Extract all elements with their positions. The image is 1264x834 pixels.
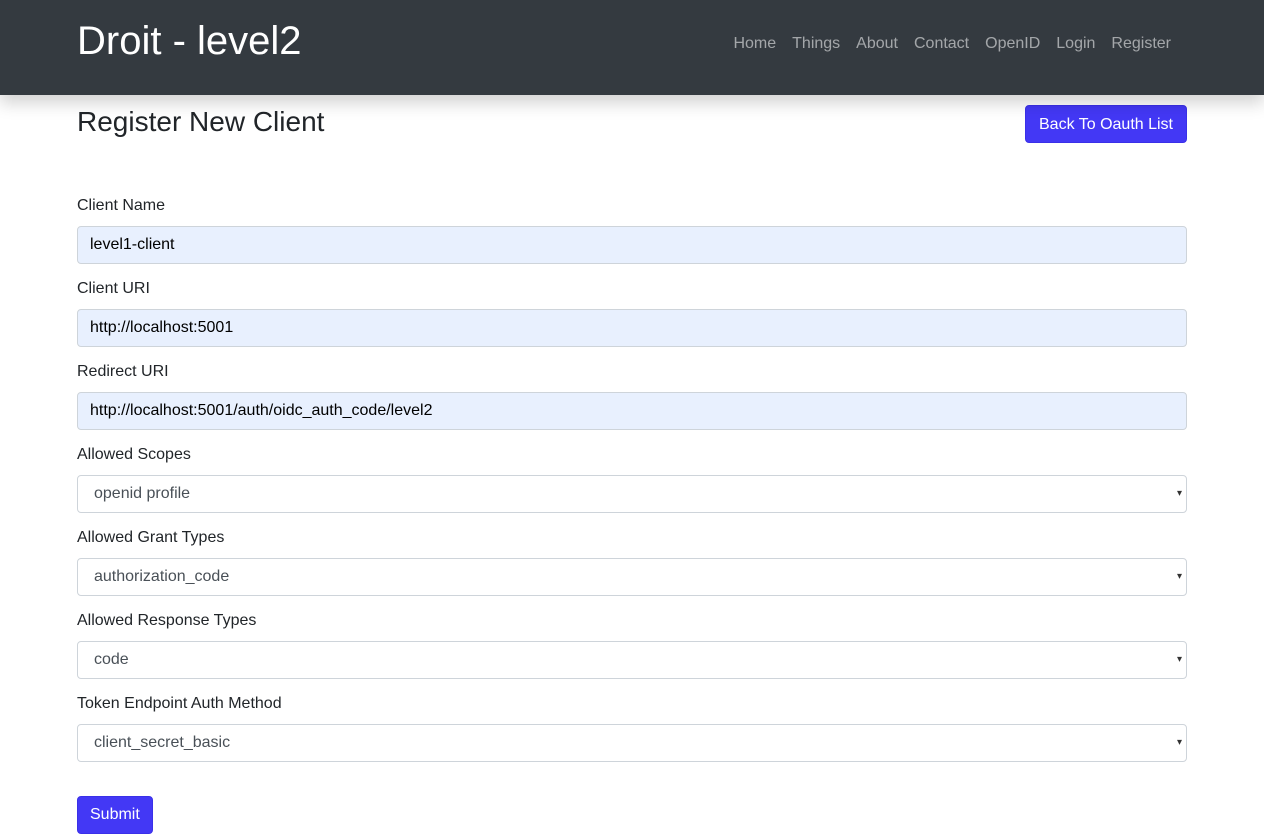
allowed-grant-types-value: authorization_code (94, 568, 230, 585)
token-endpoint-auth-method-group: Token Endpoint Auth Method client_secret… (77, 694, 1187, 762)
chevron-down-icon: ▾ (1176, 654, 1182, 665)
allowed-grant-types-group: Allowed Grant Types authorization_code ▾ (77, 528, 1187, 596)
allowed-grant-types-select[interactable]: authorization_code ▾ (77, 558, 1187, 596)
allowed-response-types-select[interactable]: code ▾ (77, 641, 1187, 679)
brand-logo[interactable]: Droit - level2 (77, 17, 302, 65)
client-uri-group: Client URI (77, 279, 1187, 347)
nav-link-about[interactable]: About (848, 33, 906, 55)
chevron-down-icon: ▾ (1176, 571, 1182, 582)
chevron-down-icon: ▾ (1176, 737, 1182, 748)
client-name-input[interactable] (77, 226, 1187, 264)
navbar: Droit - level2 Home Things About Contact… (0, 0, 1264, 95)
allowed-scopes-select[interactable]: openid profile ▾ (77, 475, 1187, 513)
client-uri-label: Client URI (77, 280, 150, 297)
nav-link-register[interactable]: Register (1103, 33, 1179, 55)
client-name-label: Client Name (77, 197, 166, 214)
register-client-form: Client Name Client URI Redirect URI Allo… (77, 196, 1187, 777)
token-endpoint-auth-method-select[interactable]: client_secret_basic ▾ (77, 724, 1187, 762)
submit-button[interactable]: Submit (77, 796, 153, 834)
allowed-response-types-label: Allowed Response Types (77, 612, 257, 629)
nav-link-things[interactable]: Things (784, 33, 848, 55)
nav-link-openid[interactable]: OpenID (977, 33, 1048, 55)
nav-link-login[interactable]: Login (1048, 33, 1103, 55)
redirect-uri-input[interactable] (77, 392, 1187, 430)
redirect-uri-group: Redirect URI (77, 362, 1187, 430)
page-title: Register New Client (77, 106, 325, 137)
client-name-group: Client Name (77, 196, 1187, 264)
allowed-response-types-value: code (94, 651, 129, 668)
redirect-uri-label: Redirect URI (77, 363, 169, 380)
allowed-scopes-label: Allowed Scopes (77, 446, 191, 463)
chevron-down-icon: ▾ (1176, 488, 1182, 499)
client-uri-input[interactable] (77, 309, 1187, 347)
allowed-response-types-group: Allowed Response Types code ▾ (77, 611, 1187, 679)
token-endpoint-auth-method-label: Token Endpoint Auth Method (77, 695, 282, 712)
back-to-oauth-list-button[interactable]: Back To Oauth List (1025, 105, 1187, 143)
allowed-grant-types-label: Allowed Grant Types (77, 529, 225, 546)
allowed-scopes-value: openid profile (94, 485, 191, 502)
nav-links: Home Things About Contact OpenID Login R… (725, 33, 1179, 55)
nav-link-home[interactable]: Home (725, 33, 784, 55)
token-endpoint-auth-method-value: client_secret_basic (94, 734, 231, 751)
allowed-scopes-group: Allowed Scopes openid profile ▾ (77, 445, 1187, 513)
nav-link-contact[interactable]: Contact (906, 33, 977, 55)
